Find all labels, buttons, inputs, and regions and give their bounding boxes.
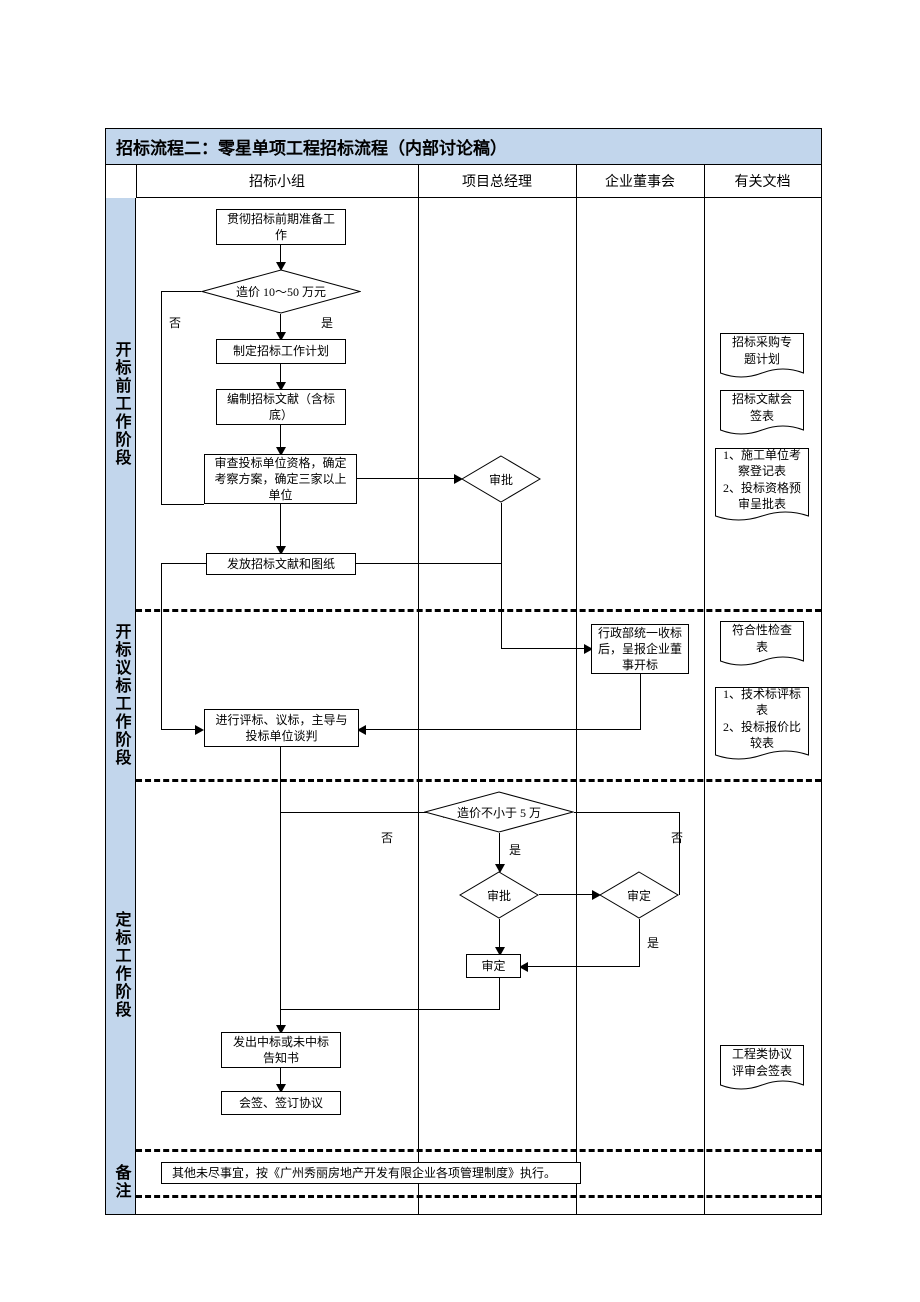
approve2-label: 审批 <box>459 871 539 919</box>
row-label-4-text: 备注 <box>109 1164 133 1200</box>
decision-approve-3: 审定 <box>599 871 679 919</box>
box-collect: 行政部统一收标后，呈报企业董事开标 <box>591 624 689 674</box>
dashed-3 <box>136 1149 821 1152</box>
decision-cost-range: 造价 10～50 万元 <box>201 269 361 314</box>
doc-inspection: 1、施工单位考察登记表 2、投标资格预审呈批表 <box>715 448 809 522</box>
box-sign: 会签、签订协议 <box>221 1091 341 1115</box>
doc-sign-sheet: 招标文献会签表 <box>720 390 804 436</box>
box-review-units: 审查投标单位资格，确定考察方案，确定三家以上单位 <box>204 454 357 504</box>
box-prep: 贯彻招标前期准备工作 <box>216 209 346 245</box>
approve3-label: 审定 <box>599 871 679 919</box>
label-no-1: 否 <box>169 314 181 331</box>
label-yes-3: 是 <box>647 934 659 951</box>
box-notice: 发出中标或未中标告知书 <box>221 1032 341 1068</box>
decision-cost-5: 造价不小于 5 万 <box>424 791 574 833</box>
decision-cost-label: 造价 10～50 万元 <box>201 269 361 314</box>
row-label-3-text: 定标工作阶段 <box>109 911 133 1019</box>
v-line <box>418 165 419 1214</box>
label-no-3: 否 <box>671 829 683 846</box>
dashed-4 <box>136 1195 821 1198</box>
col-header-1: 招标小组 <box>136 165 418 198</box>
row-label-1: 开标前工作阶段 <box>106 198 136 610</box>
diagram-title: 招标流程二：零星单项工程招标流程（内部讨论稿） <box>106 129 821 165</box>
decision-approve-2: 审批 <box>459 871 539 919</box>
row-label-4: 备注 <box>106 1150 136 1214</box>
dashed-2 <box>136 779 821 782</box>
col-header-3: 企业董事会 <box>576 165 704 198</box>
v-line <box>136 165 137 198</box>
row-label-2: 开标议标工作阶段 <box>106 610 136 780</box>
diagram-frame: 招标流程二：零星单项工程招标流程（内部讨论稿） 招标小组 项目总经理 企业董事会… <box>105 128 822 1215</box>
doc-plan: 招标采购专题计划 <box>720 333 804 379</box>
v-line <box>576 165 577 1214</box>
label-no-2: 否 <box>381 829 393 846</box>
box-plan: 制定招标工作计划 <box>216 339 346 364</box>
row-label-1-text: 开标前工作阶段 <box>109 341 133 467</box>
box-remark: 其他未尽事宜，按《广州秀丽房地产开发有限企业各项管理制度》执行。 <box>161 1162 581 1184</box>
v-line <box>704 165 705 1214</box>
label-yes-1: 是 <box>321 314 333 331</box>
doc-tech-eval: 1、技术标评标表 2、投标报价比较表 <box>715 687 809 761</box>
decision-cost-5-label: 造价不小于 5 万 <box>424 791 574 833</box>
col-header-4: 有关文档 <box>704 165 821 198</box>
box-evaluate: 进行评标、议标，主导与投标单位谈判 <box>204 709 359 747</box>
dashed-1 <box>136 609 821 612</box>
doc-contract-review: 工程类协议评审会签表 <box>720 1045 804 1091</box>
label-yes-2: 是 <box>509 841 521 858</box>
title-text: 招标流程二：零星单项工程招标流程（内部讨论稿） <box>116 134 507 159</box>
decision-approve-1: 审批 <box>461 455 541 503</box>
box-compile: 编制招标文献（含标底） <box>216 389 346 425</box>
row-label-2-text: 开标议标工作阶段 <box>109 623 133 767</box>
col-header-2: 项目总经理 <box>418 165 576 198</box>
box-finalize: 审定 <box>466 954 521 978</box>
approve1-label: 审批 <box>461 455 541 503</box>
box-issue-docs: 发放招标文献和图纸 <box>206 553 356 575</box>
row-label-3: 定标工作阶段 <box>106 780 136 1150</box>
doc-conformance: 符合性检查表 <box>720 621 804 667</box>
